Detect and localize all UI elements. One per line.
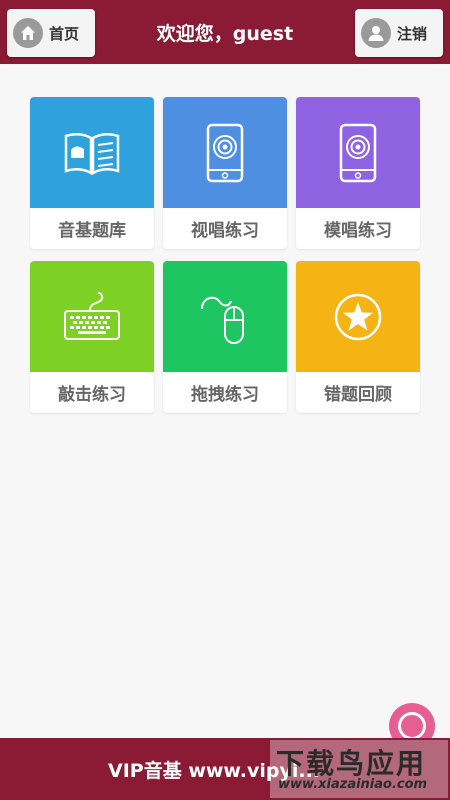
top-bar: 首页 欢迎您，guest 注销 [0, 0, 450, 64]
keyboard-icon [64, 292, 120, 340]
tile-label: 音基题库 [58, 221, 126, 241]
tile-label: 视唱练习 [191, 221, 259, 241]
tile-art [296, 97, 420, 208]
phone-sing-icon [339, 123, 377, 182]
tile-label: 拖拽练习 [191, 385, 259, 405]
tile-sight-singing[interactable]: 视唱练习 [163, 97, 287, 249]
user-icon [361, 18, 391, 48]
watermark-url: www.xiazainiao.com [278, 777, 428, 792]
tile-label: 敲击练习 [58, 385, 126, 405]
tile-art [163, 261, 287, 372]
tile-tap-practice[interactable]: 敲击练习 [30, 261, 154, 413]
tile-art [30, 97, 154, 208]
circle-icon [398, 712, 426, 740]
tile-art [30, 261, 154, 372]
mouse-icon [201, 296, 244, 344]
page-title: 欢迎您，guest [156, 22, 294, 45]
logout-button[interactable]: 注销 [355, 9, 443, 57]
tile-mistake-review[interactable]: 错题回顾 [296, 261, 420, 413]
tile-drag-practice[interactable]: 拖拽练习 [163, 261, 287, 413]
tile-imitation-singing[interactable]: 模唱练习 [296, 97, 420, 249]
tile-theory-bank[interactable]: 音基题库 [30, 97, 154, 249]
tile-label: 错题回顾 [324, 385, 392, 405]
book-icon [64, 132, 120, 175]
watermark-main: 下载鸟应用 [276, 747, 427, 780]
logout-button-label: 注销 [397, 24, 428, 43]
phone-sing-icon [206, 123, 244, 182]
home-icon [13, 18, 43, 48]
tile-label: 模唱练习 [324, 221, 392, 241]
tile-art [296, 261, 420, 372]
home-button[interactable]: 首页 [7, 9, 95, 57]
tile-art [163, 97, 287, 208]
star-icon [334, 293, 382, 340]
home-button-label: 首页 [49, 24, 80, 43]
watermark: 下载鸟应用 www.xiazainiao.com [270, 740, 448, 798]
